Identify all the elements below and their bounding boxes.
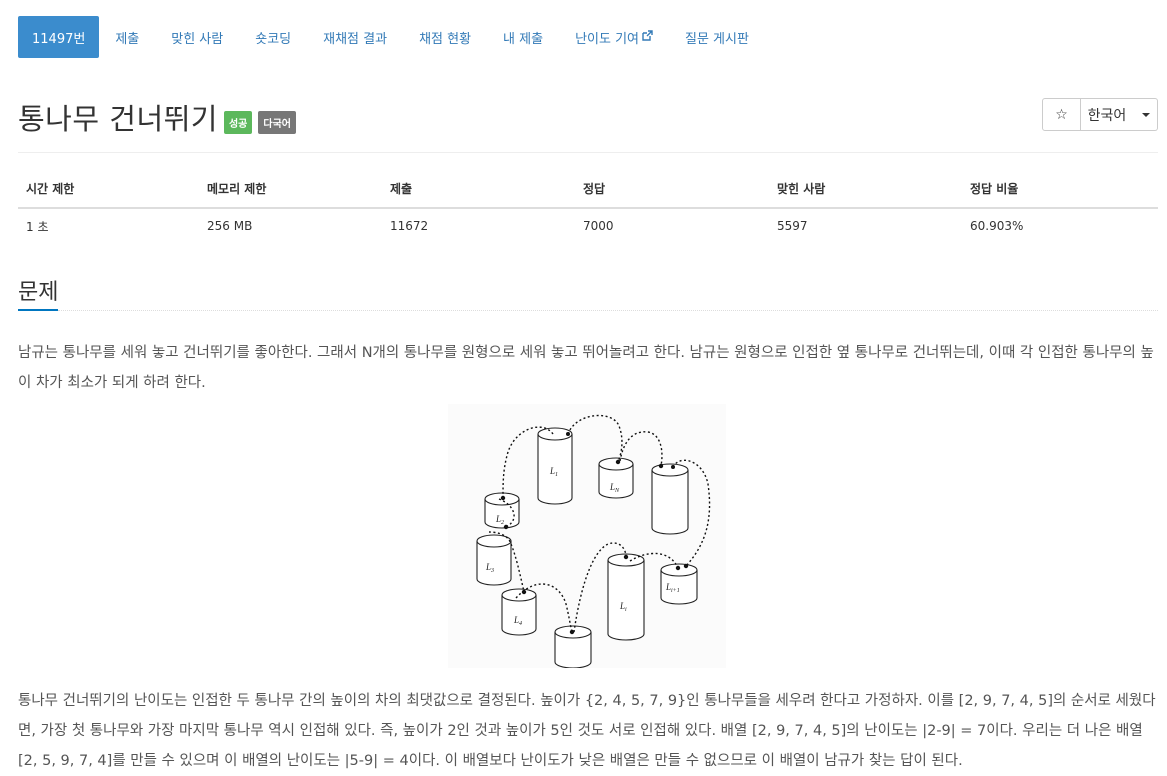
problem-title: 통나무 건너뛰기 bbox=[18, 102, 218, 136]
label-l4-sub: 4 bbox=[519, 620, 522, 627]
memory-limit-value: 256 MB bbox=[207, 219, 253, 233]
star-icon: ☆ bbox=[1055, 106, 1068, 123]
tab-judge-status[interactable]: 채점 현황 bbox=[403, 16, 487, 58]
label-l3-sub: 3 bbox=[490, 568, 494, 574]
multilingual-badge: 다국어 bbox=[258, 110, 296, 134]
header-submissions: 제출 bbox=[382, 170, 575, 209]
tab-problem-number[interactable]: 11497번 bbox=[18, 16, 100, 58]
tab-difficulty-label: 난이도 기여 bbox=[575, 31, 639, 47]
section-underline bbox=[18, 309, 58, 311]
tab-my-submissions[interactable]: 내 제출 bbox=[487, 16, 559, 58]
accuracy-value: 60.903% bbox=[970, 219, 1024, 233]
success-badge: 성공 bbox=[223, 110, 253, 134]
tab-difficulty-contribution[interactable]: 난이도 기여 bbox=[559, 16, 669, 58]
header-memory-limit: 메모리 제한 bbox=[199, 170, 382, 209]
favorite-button[interactable]: ☆ bbox=[1042, 98, 1081, 131]
tab-short-coding[interactable]: 숏코딩 bbox=[239, 16, 307, 58]
title-divider bbox=[18, 152, 1158, 153]
time-limit-value: 1 초 bbox=[26, 219, 49, 234]
problem-info-table: 시간 제한 메모리 제한 제출 정답 맞힌 사람 정답 비율 1 초 256 M… bbox=[18, 170, 1158, 243]
section-divider bbox=[58, 310, 1158, 311]
problem-tabs: 11497번 제출 맞힌 사람 숏코딩 재채점 결과 채점 현황 내 제출 난이… bbox=[18, 16, 765, 58]
header-time-limit: 시간 제한 bbox=[18, 170, 199, 209]
table-header-row: 시간 제한 메모리 제한 제출 정답 맞힌 사람 정답 비율 bbox=[18, 170, 1158, 209]
caret-down-icon bbox=[1142, 112, 1151, 117]
section-title: 문제 bbox=[18, 280, 59, 305]
tab-rejudge-results[interactable]: 재채점 결과 bbox=[307, 16, 403, 58]
tab-submit[interactable]: 제출 bbox=[99, 16, 155, 58]
language-dropdown[interactable]: 한국어 bbox=[1081, 98, 1158, 131]
external-link-icon bbox=[642, 30, 653, 44]
header-accepted: 정답 bbox=[575, 170, 769, 209]
label-li1-sub: i+1 bbox=[671, 588, 680, 594]
header-accuracy: 정답 비율 bbox=[962, 170, 1158, 209]
tab-question-board[interactable]: 질문 게시판 bbox=[669, 16, 765, 58]
problem-description-2: 통나무 건너뛰기의 난이도는 인접한 두 통나무 간의 높이의 차의 최댓값으로… bbox=[18, 693, 1156, 769]
header-solved-users: 맞힌 사람 bbox=[769, 170, 962, 209]
table-row: 1 초 256 MB 11672 7000 5597 60.903% bbox=[18, 208, 1158, 243]
solved-users-value: 5597 bbox=[777, 219, 808, 233]
language-label: 한국어 bbox=[1087, 107, 1127, 124]
tab-solved-users[interactable]: 맞힌 사람 bbox=[155, 16, 239, 58]
title-actions: ☆ 한국어 bbox=[1042, 98, 1158, 131]
log-circle-figure: L1 LN L2 L3 L4 Li Li+1 bbox=[448, 404, 726, 672]
accepted-value: 7000 bbox=[583, 219, 614, 233]
problem-title-row: 통나무 건너뛰기 성공 다국어 bbox=[18, 96, 296, 138]
submissions-value: 11672 bbox=[390, 219, 429, 233]
problem-description-1: 남규는 통나무를 세워 놓고 건너뛰기를 좋아한다. 그래서 N개의 통나무를 … bbox=[18, 345, 1154, 391]
problem-page: 11497번 제출 맞힌 사람 숏코딩 재채점 결과 채점 현황 내 제출 난이… bbox=[0, 0, 1167, 776]
label-l1-sub: 1 bbox=[555, 472, 558, 478]
label-l2-sub: 2 bbox=[501, 520, 504, 526]
